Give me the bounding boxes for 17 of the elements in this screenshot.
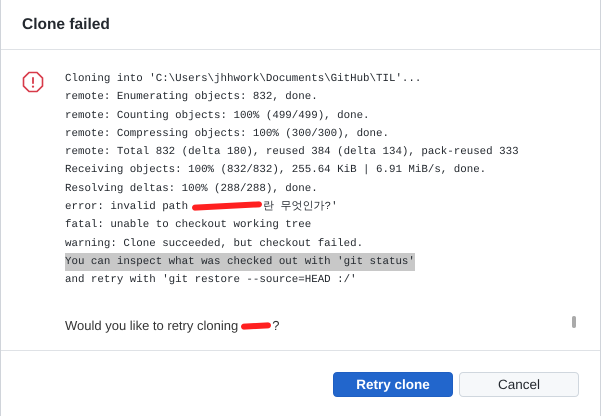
log-line: remote: Compressing objects: 100% (300/300), done. <box>65 126 389 142</box>
log-line: Resolving deltas: 100% (288/288), done. <box>65 182 318 197</box>
log-line: remote: Total 832 (delta 180), reused 384 (delta 134), pack-reused 333 <box>65 145 519 160</box>
cancel-button[interactable]: Cancel <box>459 372 579 397</box>
retry-button[interactable]: Retry clone <box>333 372 453 397</box>
log-line: Receiving objects: 100% (832/832), 255.64 KiB | 6.91 MiB/s, done. <box>65 163 486 178</box>
log-line: warning: Clone succeeded, but checkout failed. <box>65 236 364 252</box>
log-line: Cloning into 'C:\Users\jhhwork\Documents\GitHub\TIL'... <box>65 72 422 87</box>
log-line: remote: Counting objects: 100% (499/499), done. <box>65 108 370 124</box>
retry-question: Would you like to retry cloning ? <box>65 318 280 333</box>
log-line: and retry with 'git restore --source=HEAD :/' <box>65 273 357 288</box>
dialog-title: Clone failed <box>22 16 110 34</box>
error-icon <box>22 71 44 93</box>
log-line: error: invalid path 란 무엇인가?' <box>65 200 338 216</box>
scrollbar-thumb[interactable] <box>572 316 576 328</box>
log-line: remote: Enumerating objects: 832, done. <box>65 90 318 106</box>
log-line: fatal: unable to checkout working tree <box>65 218 312 234</box>
